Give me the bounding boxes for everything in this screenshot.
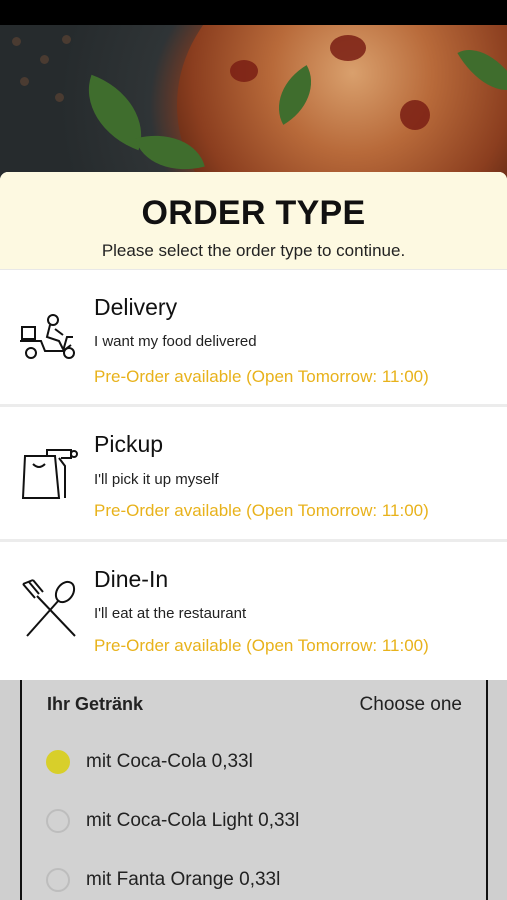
option-title: Dine-In [94,566,169,592]
drink-group-label: Ihr Getränk [47,694,144,714]
preorder-note: Pre-Order available (Open Tomorrow: 11:0… [94,501,429,520]
takeaway-bag-icon [21,449,78,499]
option-title: Pickup [94,431,164,457]
peppercorn [40,55,49,64]
drink-option[interactable]: mit Coca-Cola Light 0,33l [46,809,299,833]
radio-unselected-icon[interactable] [46,809,70,833]
option-description: I want my food delivered [94,333,257,350]
option-description: I'll eat at the restaurant [94,605,247,622]
fork-spoon-icon [22,579,76,637]
preorder-note: Pre-Order available (Open Tomorrow: 11:0… [94,367,429,386]
order-type-delivery[interactable]: Delivery I want my food delivered Pre-Or… [0,270,507,407]
drink-option-label: mit Fanta Orange 0,33l [86,869,281,890]
pizza-topping [230,60,258,82]
radio-unselected-icon[interactable] [46,868,70,892]
hero-pizza-image [0,25,507,185]
choose-one-label: Choose one [359,694,462,715]
drink-option[interactable]: mit Fanta Orange 0,33l [46,868,280,892]
option-title: Delivery [94,294,178,320]
order-type-pickup[interactable]: Pickup I'll pick it up myself Pre-Order … [0,407,507,542]
pizza-topping [330,35,366,61]
pizza-topping [400,100,430,130]
status-bar [0,0,507,25]
peppercorn [62,35,71,44]
option-description: I'll pick it up myself [94,471,219,488]
peppercorn [12,37,21,46]
radio-selected-icon[interactable] [46,750,70,774]
peppercorn [55,93,64,102]
order-type-dine-in[interactable]: Dine-In I'll eat at the restaurant Pre-O… [0,542,507,677]
drink-option-label: mit Coca-Cola Light 0,33l [86,810,300,831]
drink-option[interactable]: mit Coca-Cola 0,33l [46,750,253,774]
modal-subtitle: Please select the order type to continue… [101,241,406,260]
preorder-note: Pre-Order available (Open Tomorrow: 11:0… [94,636,429,655]
modal-header: ORDER TYPE Please select the order type … [0,172,507,270]
scooter-delivery-icon [20,314,75,359]
order-type-modal: ORDER TYPE Please select the order type … [0,172,507,680]
modal-title: ORDER TYPE [141,194,366,232]
peppercorn [20,77,29,86]
drink-option-label: mit Coca-Cola 0,33l [86,751,253,772]
